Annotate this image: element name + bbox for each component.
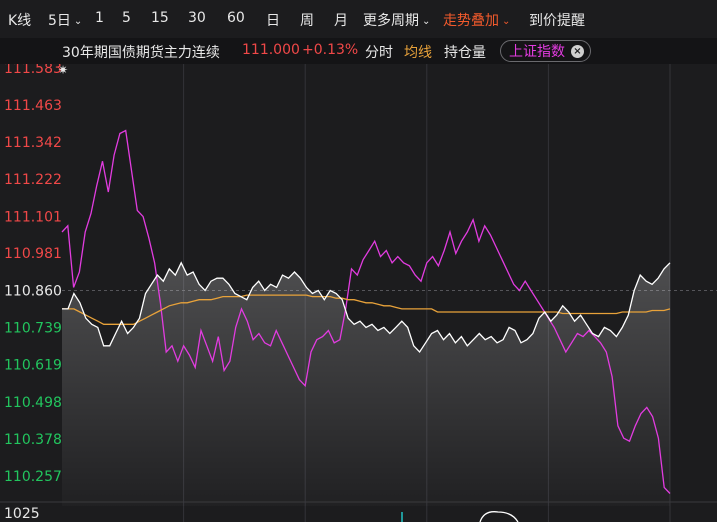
y-tick-label: 111.342 — [4, 135, 62, 151]
fenshi-toggle[interactable]: 分时 — [365, 42, 393, 62]
chevron-down-icon: ⌄ — [73, 16, 83, 27]
star-icon: ✷ — [58, 64, 68, 77]
more-periods-dropdown[interactable]: 更多周期 ⌄ — [363, 10, 430, 30]
kline-tab[interactable]: K线 — [8, 10, 31, 30]
y-tick-label: 110.619 — [4, 358, 62, 374]
period-60-button[interactable]: 60 — [227, 10, 245, 26]
price-alert-button[interactable]: 到价提醒 — [529, 10, 585, 30]
volume-axis-label: 1025 — [4, 506, 40, 522]
chevron-down-icon: ⌄ — [422, 16, 431, 27]
overlay-index-chip[interactable]: 上证指数 × — [500, 40, 591, 62]
period-5-button[interactable]: 5 — [122, 10, 131, 26]
period-month-button[interactable]: 月 — [334, 10, 348, 30]
y-tick-label: 110.981 — [4, 246, 62, 262]
instrument-name: 30年期国债期货主力连续 — [62, 45, 220, 61]
chevron-down-icon: ⌄ — [502, 16, 511, 27]
period-toolbar: K线 5日 ⌄ 1 5 15 30 60 日 周 月 更多周期 ⌄ 走势叠加 ⌄ 到价… — [0, 0, 717, 38]
period-5d-dropdown[interactable]: 5日 ⌄ — [48, 10, 82, 30]
y-tick-label: 110.498 — [4, 395, 62, 411]
last-price: 111.000 — [242, 42, 300, 58]
y-tick-label: 111.101 — [4, 209, 62, 225]
close-icon[interactable]: × — [571, 44, 584, 58]
y-tick-label: 111.463 — [4, 98, 62, 114]
y-tick-label: 111.583 — [4, 64, 62, 77]
price-chart[interactable]: 111.583 111.463 111.342 111.222 111.101 110.9… — [0, 64, 717, 522]
period-15-button[interactable]: 15 — [151, 10, 169, 26]
avg-line-toggle[interactable]: 均线 — [404, 42, 432, 62]
y-tick-label: 110.739 — [4, 321, 62, 337]
overlay-index-label: 上证指数 — [509, 44, 565, 60]
y-tick-label: 110.257 — [4, 469, 62, 485]
y-tick-label: 110.860 — [4, 283, 62, 299]
period-5d-label: 5日 — [48, 13, 71, 29]
period-day-button[interactable]: 日 — [266, 10, 280, 30]
instrument-bar: 30年期国债期货主力连续 111.000 +0.13% 分时 均线 持仓量 上证… — [0, 38, 717, 64]
period-1-button[interactable]: 1 — [95, 10, 104, 26]
y-tick-label: 110.378 — [4, 432, 62, 448]
period-30-button[interactable]: 30 — [188, 10, 206, 26]
period-week-button[interactable]: 周 — [300, 10, 314, 30]
overlay-dropdown[interactable]: 走势叠加 ⌄ — [443, 10, 510, 30]
y-tick-label: 111.222 — [4, 172, 62, 188]
price-change: +0.13% — [302, 42, 359, 58]
open-interest-toggle[interactable]: 持仓量 — [444, 42, 486, 62]
more-periods-label: 更多周期 — [363, 13, 419, 29]
overlay-label: 走势叠加 — [443, 13, 499, 29]
